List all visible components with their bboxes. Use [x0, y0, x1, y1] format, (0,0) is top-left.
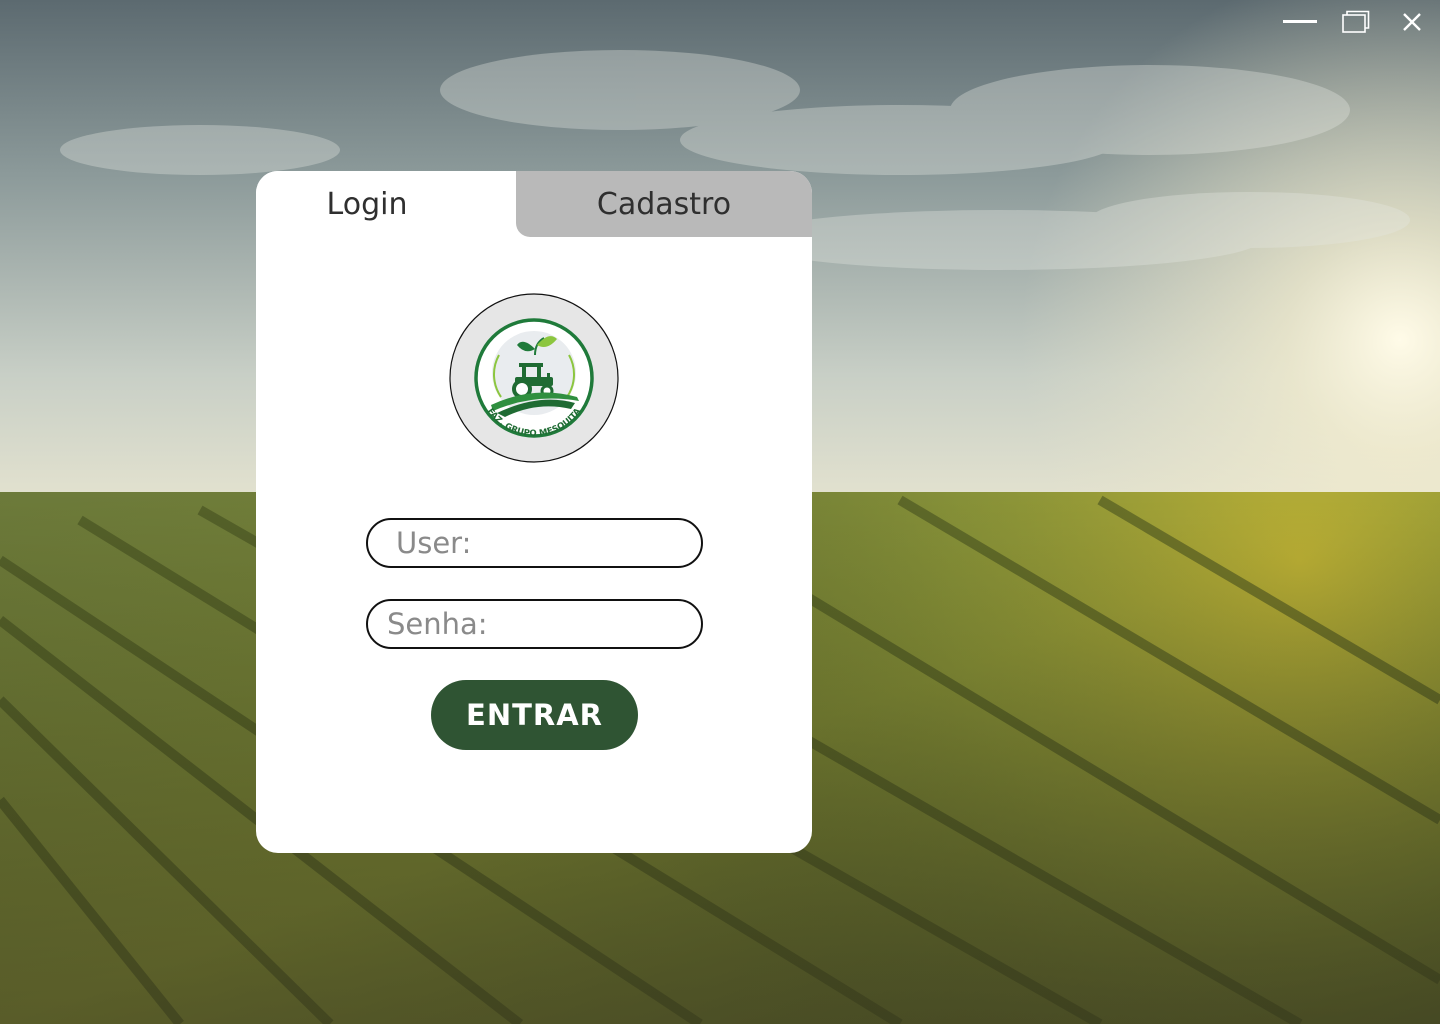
- restore-button[interactable]: [1328, 0, 1384, 44]
- tab-login[interactable]: Login: [256, 171, 516, 237]
- logo-badge: FAZ. GRUPO MESQUITA: [449, 293, 619, 463]
- minimize-icon: [1283, 20, 1317, 23]
- tab-cadastro[interactable]: Cadastro: [516, 171, 812, 237]
- login-screen: Login Cadastro FAZ. GRUPO MESQUITA User:…: [0, 0, 1440, 1024]
- window-controls: [1272, 0, 1440, 44]
- close-icon: [1403, 13, 1421, 31]
- user-field[interactable]: [366, 518, 703, 568]
- minimize-button[interactable]: [1272, 0, 1328, 44]
- company-logo: FAZ. GRUPO MESQUITA: [449, 293, 619, 463]
- enter-button[interactable]: ENTRAR: [431, 680, 638, 750]
- user-input[interactable]: [394, 525, 701, 561]
- close-button[interactable]: [1384, 0, 1440, 44]
- password-input[interactable]: [385, 606, 701, 642]
- password-field[interactable]: [366, 599, 703, 649]
- login-card: Login Cadastro FAZ. GRUPO MESQUITA User:…: [256, 171, 812, 853]
- restore-icon: [1342, 10, 1370, 33]
